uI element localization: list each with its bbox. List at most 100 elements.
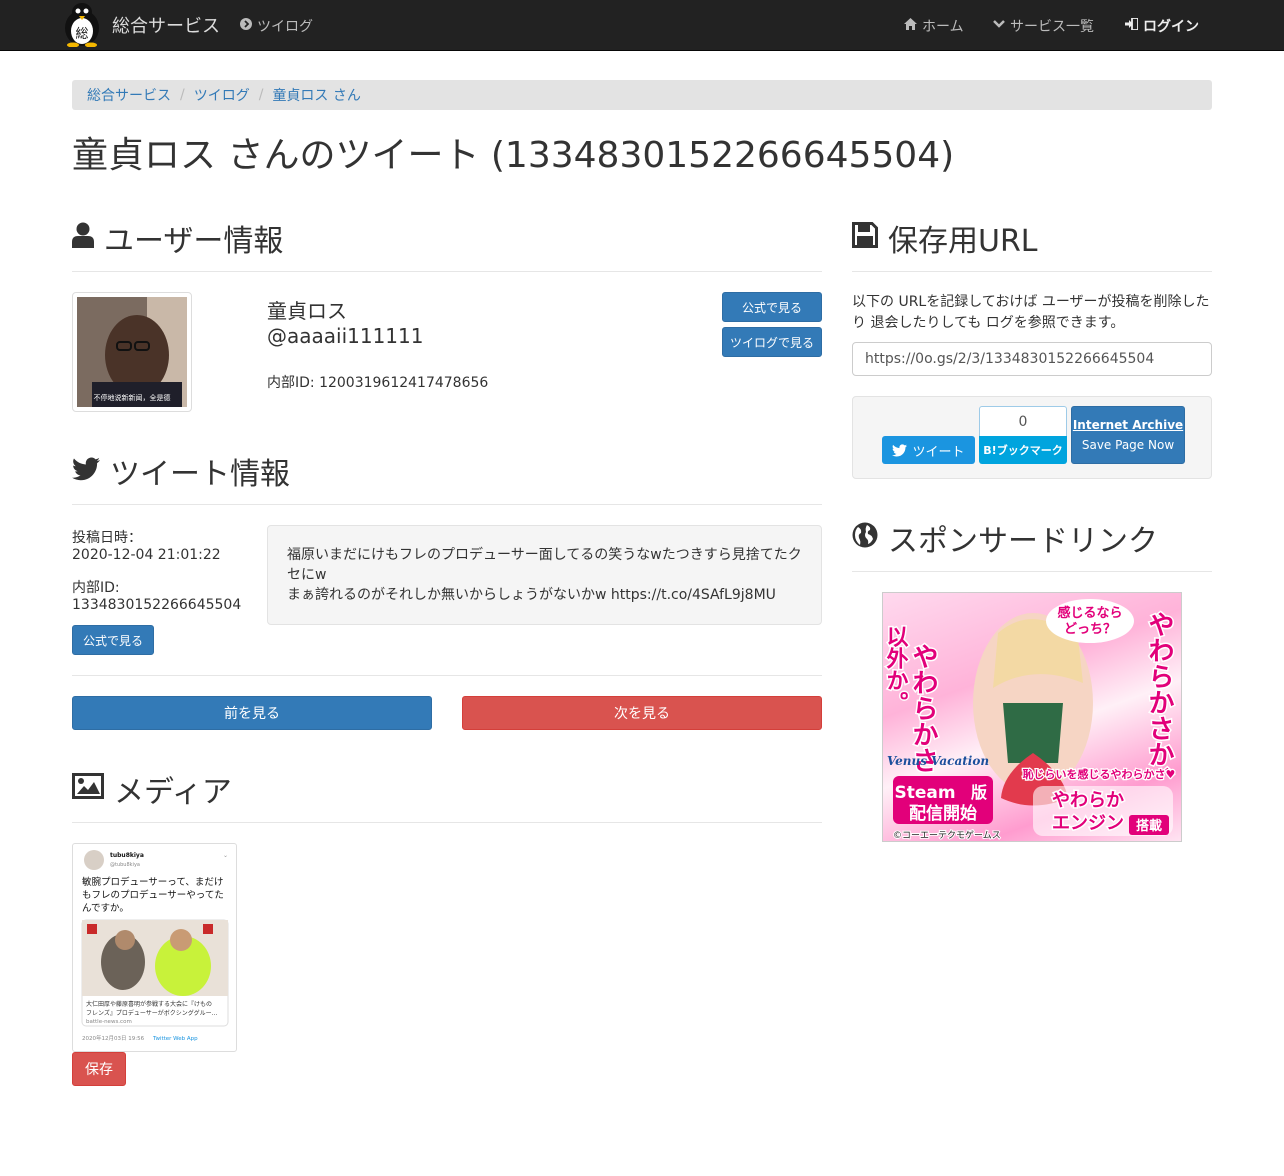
divider: [72, 504, 822, 505]
nav-services-dropdown[interactable]: サービス一覧: [993, 0, 1094, 51]
sponsor-ad-banner[interactable]: やわらかさ 以外か。 やわらかさか、 感じるなら どっち？ Venus Vaca…: [882, 592, 1182, 842]
tweet-text-box: 福原いまだにけもフレのプロデューサー面してるの笑うなwたつきすら見捨てたク セに…: [267, 525, 822, 625]
media-heading-text: メディア: [114, 775, 232, 810]
floppy-disk-icon: [852, 221, 888, 256]
user-twilog-button[interactable]: ツイログで見る: [722, 327, 822, 357]
svg-text:以外か。: 以外か。: [883, 625, 909, 713]
svg-text:やわらかさか、: やわらかさか、: [1144, 611, 1174, 793]
user-handle: @aaaaii111111: [267, 324, 424, 348]
nav-twilog-label: ツイログ: [257, 18, 313, 35]
share-buttons-panel: ツイート 0 B!ブックマーク Internet Archive Save Pa…: [852, 396, 1212, 479]
nav-services-label: サービス一覧: [1010, 18, 1094, 35]
brand-link[interactable]: 総 総合サービス: [60, 2, 220, 48]
divider: [852, 571, 1212, 572]
svg-text:Twitter Web App: Twitter Web App: [152, 1036, 198, 1042]
svg-text:恥じらいを感じるやわらかさ♥: 恥じらいを感じるやわらかさ♥: [1023, 767, 1176, 781]
svg-text:大仁田厚や藤原喜明が参戦する大会に『けもの: 大仁田厚や藤原喜明が参戦する大会に『けもの: [86, 1000, 212, 1008]
nav-login-label: ログイン: [1143, 18, 1199, 35]
tweet-official-button[interactable]: 公式で見る: [72, 625, 154, 655]
svg-text:版: 版: [970, 783, 987, 802]
avatar-caption: 不停地说新新闻，全是德: [93, 394, 171, 402]
user-info-heading-text: ユーザー情報: [104, 224, 284, 259]
tweet-info-heading-text: ツイート情報: [110, 457, 290, 492]
user-icon: [72, 221, 104, 256]
svg-text:©コーエーテクモゲームス: ©コーエーテクモゲームス: [893, 829, 1001, 841]
divider: [852, 271, 1212, 272]
svg-text:tubu8kiya: tubu8kiya: [110, 852, 144, 859]
page-title: 童貞ロス さんのツイート (1334830152266645504): [72, 135, 955, 176]
posted-date-label: 投稿日時：: [72, 530, 142, 546]
svg-text:もフレのプロデューサーやってた: もフレのプロデューサーやってた: [82, 889, 224, 901]
user-internal-id: 内部ID: 1200319612417478656: [267, 375, 489, 391]
navbar: 総 総合サービス ツイログ ホーム サービス一覧 ログイン: [0, 0, 1284, 51]
brand-text: 総合サービス: [112, 16, 220, 37]
image-icon: [72, 772, 114, 807]
hatena-bookmark-count: 0: [979, 406, 1067, 437]
breadcrumb: 総合サービス / ツイログ / 童貞ロス さん: [72, 80, 1212, 110]
divider: [72, 822, 822, 823]
avatar-image: 不停地说新新闻，全是德: [77, 297, 187, 407]
media-thumbnail[interactable]: tubu8kiya @tubu8kiya ⌄ 敏腕プロデューサーって、まだけ も…: [72, 843, 237, 1052]
nav-home-link[interactable]: ホーム: [904, 0, 964, 51]
twitter-bird-icon: [72, 454, 110, 489]
svg-text:搭載: 搭載: [1136, 818, 1162, 834]
breadcrumb-item-twilog[interactable]: ツイログ: [194, 85, 250, 105]
svg-text:2020年12月03日 19:56: 2020年12月03日 19:56: [82, 1034, 145, 1042]
nav-home-label: ホーム: [922, 18, 964, 35]
internet-archive-title: Internet Archive: [1072, 418, 1184, 432]
svg-text:Steam: Steam: [894, 783, 955, 803]
svg-text:感じるなら: 感じるなら: [1057, 605, 1122, 621]
sponsor-heading-text: スポンサードリンク: [888, 524, 1158, 559]
posted-date-value: 2020-12-04 21:01:22: [72, 547, 221, 563]
tweet-share-label: ツイート: [912, 444, 965, 460]
tweet-text-line: 福原いまだにけもフレのプロデューサー面してるの笑うなwたつきすら見捨てたク: [287, 547, 802, 563]
breadcrumb-item-user[interactable]: 童貞ロス さん: [272, 85, 360, 105]
tweet-info-heading: ツイート情報: [72, 449, 290, 493]
svg-text:敏腕プロデューサーって、まだけ: 敏腕プロデューサーって、まだけ: [82, 876, 223, 888]
home-icon: [904, 17, 917, 34]
nav-twilog-link[interactable]: ツイログ: [240, 0, 313, 51]
save-url-heading-text: 保存用URL: [888, 224, 1038, 259]
nav-login-link[interactable]: ログイン: [1125, 0, 1199, 51]
media-heading: メディア: [72, 767, 232, 811]
divider: [72, 271, 822, 272]
save-url-input[interactable]: [852, 342, 1212, 376]
globe-icon: [852, 521, 888, 556]
chevron-down-icon: [993, 18, 1005, 33]
svg-text:配信開始: 配信開始: [909, 803, 977, 824]
svg-text:んですか。: んですか。: [82, 903, 129, 914]
tweet-text-line: まぁ誇れるのがそれしか無いからしょうがないかw https://t.co/4SA…: [287, 587, 776, 603]
next-tweet-button[interactable]: 次を見る: [462, 696, 822, 730]
svg-text:battle-news.com: battle-news.com: [86, 1019, 132, 1025]
tweet-text-line: セにw: [287, 567, 327, 583]
penguin-logo-icon: 総: [60, 3, 104, 48]
sign-in-icon: [1125, 16, 1139, 34]
svg-text:フレンズ』プロデューサーがボクシンググルー…: フレンズ』プロデューサーがボクシンググルー…: [86, 1009, 218, 1017]
save-url-description: 以下の URLを記録しておけば ユーザーが投稿を削除したり 退会したりしても ロ…: [852, 294, 1210, 331]
tweet-id-value: 1334830152266645504: [72, 597, 242, 613]
user-info-heading: ユーザー情報: [72, 216, 283, 260]
svg-text:Venus Vacation: Venus Vacation: [887, 754, 989, 768]
svg-text:総: 総: [75, 27, 88, 42]
save-url-heading: 保存用URL: [852, 216, 1038, 260]
prev-tweet-button[interactable]: 前を見る: [72, 696, 432, 730]
sponsor-heading: スポンサードリンク: [852, 516, 1158, 560]
save-media-button[interactable]: 保存: [72, 1052, 126, 1086]
internet-archive-button[interactable]: Internet Archive Save Page Now: [1071, 406, 1185, 464]
breadcrumb-separator: /: [258, 87, 264, 103]
hatena-bookmark-button[interactable]: B!ブックマーク: [979, 436, 1067, 464]
divider: [72, 675, 822, 676]
avatar: 不停地说新新闻，全是德: [72, 292, 192, 412]
chevron-circle-right-icon: [240, 17, 252, 34]
svg-text:⌄: ⌄: [223, 852, 228, 859]
svg-text:どっち？: どっち？: [1064, 622, 1116, 637]
breadcrumb-item-home[interactable]: 総合サービス: [87, 85, 171, 105]
user-official-button[interactable]: 公式で見る: [722, 292, 822, 322]
breadcrumb-separator: /: [180, 87, 185, 103]
internet-archive-subtitle: Save Page Now: [1081, 438, 1175, 452]
tweet-share-button[interactable]: ツイート: [882, 436, 975, 464]
twitter-bird-icon: [892, 443, 908, 457]
svg-text:@tubu8kiya: @tubu8kiya: [110, 862, 140, 868]
tweet-id-label: 内部ID:: [72, 580, 120, 596]
svg-text:やわらか: やわらか: [1052, 790, 1124, 811]
